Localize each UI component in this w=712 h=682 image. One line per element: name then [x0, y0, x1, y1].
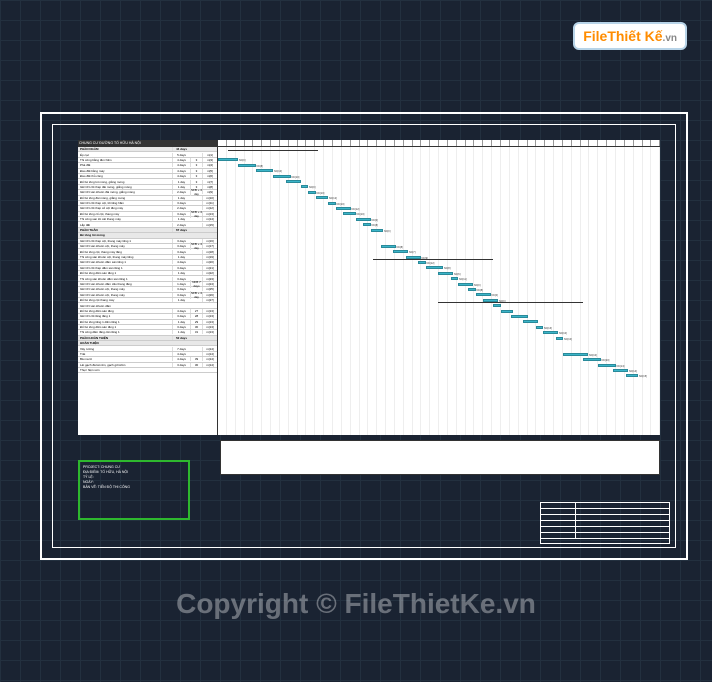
gantt-bar[interactable]: [238, 164, 256, 167]
logo-suffix: .vn: [663, 33, 677, 44]
gantt-chart-container[interactable]: CHUNG CƯ ĐƯỜNG TỐ HỮU HÀ NỘI PHẦN NGẦM44…: [78, 140, 660, 435]
gantt-bar[interactable]: [523, 320, 538, 323]
dependency-line: [373, 259, 493, 260]
gantt-bar[interactable]: [598, 364, 616, 367]
gantt-bar[interactable]: [511, 315, 529, 318]
gantt-bar[interactable]: [328, 202, 336, 205]
dependency-line: [438, 302, 583, 303]
gantt-bar[interactable]: [273, 175, 291, 178]
gantt-bar[interactable]: [286, 180, 301, 183]
gantt-bar[interactable]: [393, 250, 408, 253]
gantt-bar[interactable]: [336, 207, 351, 210]
task-table-header: CHUNG CƯ ĐƯỜNG TỐ HỮU HÀ NỘI: [78, 140, 217, 147]
gantt-body: [218, 147, 660, 435]
gantt-bar[interactable]: [308, 191, 316, 194]
gantt-bar[interactable]: [316, 196, 329, 199]
logo-prefix: File: [583, 28, 607, 44]
gantt-bar[interactable]: [556, 337, 564, 340]
gantt-bar[interactable]: [626, 374, 639, 377]
gantt-bar[interactable]: [418, 261, 426, 264]
gantt-bar[interactable]: [468, 288, 476, 291]
gantt-bar[interactable]: [343, 212, 356, 215]
info-line: PROJECT: CHUNG CƯ: [83, 465, 185, 469]
site-logo: FileThiết Kế.vn: [573, 22, 687, 50]
gantt-bar[interactable]: [371, 229, 384, 232]
watermark-text: Copyright © FileThietKe.vn: [0, 588, 712, 620]
gantt-bar[interactable]: [536, 326, 544, 329]
gantt-bar[interactable]: [543, 331, 558, 334]
resource-histogram: [220, 440, 660, 475]
gantt-timeline-area[interactable]: [218, 140, 660, 435]
info-line: ĐỊA ĐIỂM: TỐ HỮU, HÀ NỘI: [83, 470, 185, 474]
gantt-bar[interactable]: [613, 369, 628, 372]
gantt-bar[interactable]: [583, 358, 601, 361]
task-row[interactable]: Thực hiện sơn: [78, 368, 217, 373]
gantt-bar[interactable]: [426, 266, 444, 269]
gantt-bar[interactable]: [256, 169, 274, 172]
drawing-info-box: PROJECT: CHUNG CƯĐỊA ĐIỂM: TỐ HỮU, HÀ NỘ…: [78, 460, 190, 520]
task-table: CHUNG CƯ ĐƯỜNG TỐ HỮU HÀ NỘI PHẦN NGẦM44…: [78, 140, 218, 435]
gantt-grid: [218, 147, 660, 435]
gantt-bar[interactable]: [476, 293, 491, 296]
gantt-bar[interactable]: [493, 304, 501, 307]
gantt-bar[interactable]: [363, 223, 371, 226]
timeline-ruler: [218, 140, 660, 147]
gantt-bar[interactable]: [356, 218, 371, 221]
gantt-bar[interactable]: [381, 245, 396, 248]
gantt-bar[interactable]: [301, 185, 309, 188]
logo-mid: Thiết Kế: [607, 28, 662, 44]
gantt-bar[interactable]: [501, 310, 514, 313]
gantt-bar[interactable]: [451, 277, 459, 280]
gantt-bar[interactable]: [563, 353, 588, 356]
info-line: TỶ LỆ:: [83, 475, 185, 479]
gantt-bar[interactable]: [458, 283, 473, 286]
gantt-bar[interactable]: [218, 158, 238, 161]
info-line: NGÀY:: [83, 480, 185, 484]
dependency-line: [228, 150, 318, 151]
gantt-bar[interactable]: [438, 272, 453, 275]
title-block: [540, 502, 670, 544]
info-line: BẢN VẼ: TIẾN ĐỘ THI CÔNG: [83, 485, 185, 489]
